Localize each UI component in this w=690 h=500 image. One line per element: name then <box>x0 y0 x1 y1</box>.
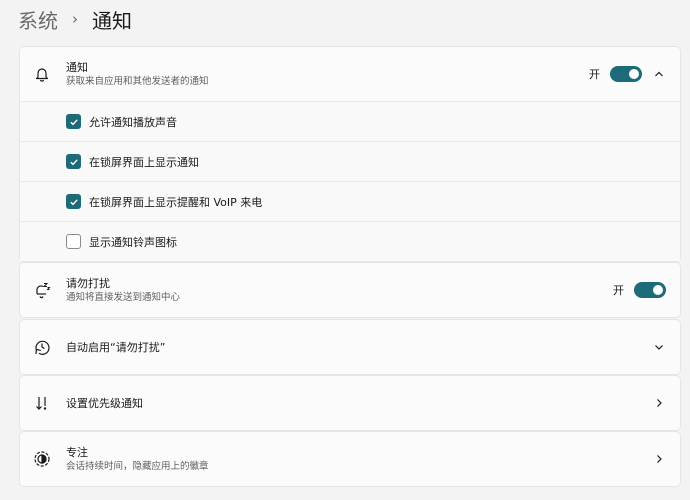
chevron-right-icon[interactable] <box>652 396 666 410</box>
page-title: 通知 <box>92 8 132 33</box>
notifications-toggle[interactable] <box>610 66 642 82</box>
breadcrumb-separator: › <box>72 10 78 28</box>
dnd-description: 通知将直接发送到通知中心 <box>66 292 181 303</box>
toggle-knob <box>653 285 663 295</box>
sound-checkbox[interactable] <box>66 114 81 129</box>
focus-title: 专注 <box>66 446 88 459</box>
toggle-knob <box>629 69 639 79</box>
option-row[interactable]: 在锁屏界面上显示通知 <box>20 141 680 181</box>
settings-page: 系统 › 通知 通知 获取来自应用和其他发送者的通知 开 允许通知播放声音 在锁… <box>0 0 690 500</box>
chevron-right-icon[interactable] <box>652 452 666 466</box>
notifications-state-label: 开 <box>589 68 600 81</box>
dnd-row[interactable]: 请勿打扰 通知将直接发送到通知中心 开 <box>20 263 680 317</box>
focus-texts: 专注 会话持续时间，隐藏应用上的徽章 <box>66 445 652 473</box>
dnd-controls: 开 <box>613 282 666 298</box>
chevron-down-icon[interactable] <box>652 340 666 354</box>
bell-icon-checkbox[interactable] <box>66 234 81 249</box>
auto-dnd-title: 自动启用“请勿打扰” <box>66 340 166 354</box>
priority-title: 设置优先级通知 <box>66 396 143 410</box>
auto-dnd-controls <box>652 340 666 354</box>
priority-card: 设置优先级通知 <box>19 375 681 431</box>
option-label: 允许通知播放声音 <box>89 115 177 129</box>
priority-controls <box>652 396 666 410</box>
option-row[interactable]: 允许通知播放声音 <box>20 101 680 141</box>
dnd-state-label: 开 <box>613 284 624 297</box>
dnd-toggle[interactable] <box>634 282 666 298</box>
notifications-description: 获取来自应用和其他发送者的通知 <box>66 76 209 87</box>
dnd-title: 请勿打扰 <box>66 277 110 290</box>
notifications-row[interactable]: 通知 获取来自应用和其他发送者的通知 开 <box>20 47 680 101</box>
focus-description: 会话持续时间，隐藏应用上的徽章 <box>66 461 209 472</box>
auto-dnd-texts: 自动启用“请勿打扰” <box>66 340 652 355</box>
breadcrumb: 系统 › 通知 <box>18 4 132 34</box>
dnd-bell-icon <box>32 280 52 300</box>
dnd-texts: 请勿打扰 通知将直接发送到通知中心 <box>66 276 613 304</box>
chevron-up-icon[interactable] <box>652 67 666 81</box>
notifications-texts: 通知 获取来自应用和其他发送者的通知 <box>66 60 589 88</box>
option-row[interactable]: 在锁屏界面上显示提醒和 VoIP 来电 <box>20 181 680 221</box>
sort-arrows-icon <box>32 393 52 413</box>
lockscreen-notifications-checkbox[interactable] <box>66 154 81 169</box>
option-label: 在锁屏界面上显示通知 <box>89 155 199 169</box>
clock-icon <box>32 337 52 357</box>
notifications-card: 通知 获取来自应用和其他发送者的通知 开 允许通知播放声音 在锁屏界面上显示通知… <box>19 46 681 262</box>
notifications-title: 通知 <box>66 61 88 74</box>
option-row[interactable]: 显示通知铃声图标 <box>20 221 680 261</box>
auto-dnd-card: 自动启用“请勿打扰” <box>19 319 681 375</box>
breadcrumb-parent[interactable]: 系统 <box>18 5 58 34</box>
option-label: 在锁屏界面上显示提醒和 VoIP 来电 <box>89 195 263 209</box>
focus-icon <box>32 449 52 469</box>
option-label: 显示通知铃声图标 <box>89 235 177 249</box>
focus-row[interactable]: 专注 会话持续时间，隐藏应用上的徽章 <box>20 432 680 486</box>
lockscreen-reminders-checkbox[interactable] <box>66 194 81 209</box>
focus-card: 专注 会话持续时间，隐藏应用上的徽章 <box>19 431 681 487</box>
priority-row[interactable]: 设置优先级通知 <box>20 376 680 430</box>
dnd-card: 请勿打扰 通知将直接发送到通知中心 开 <box>19 262 681 318</box>
notifications-controls: 开 <box>589 66 666 82</box>
auto-dnd-row[interactable]: 自动启用“请勿打扰” <box>20 320 680 374</box>
bell-icon <box>32 64 52 84</box>
focus-controls <box>652 452 666 466</box>
priority-texts: 设置优先级通知 <box>66 396 652 411</box>
